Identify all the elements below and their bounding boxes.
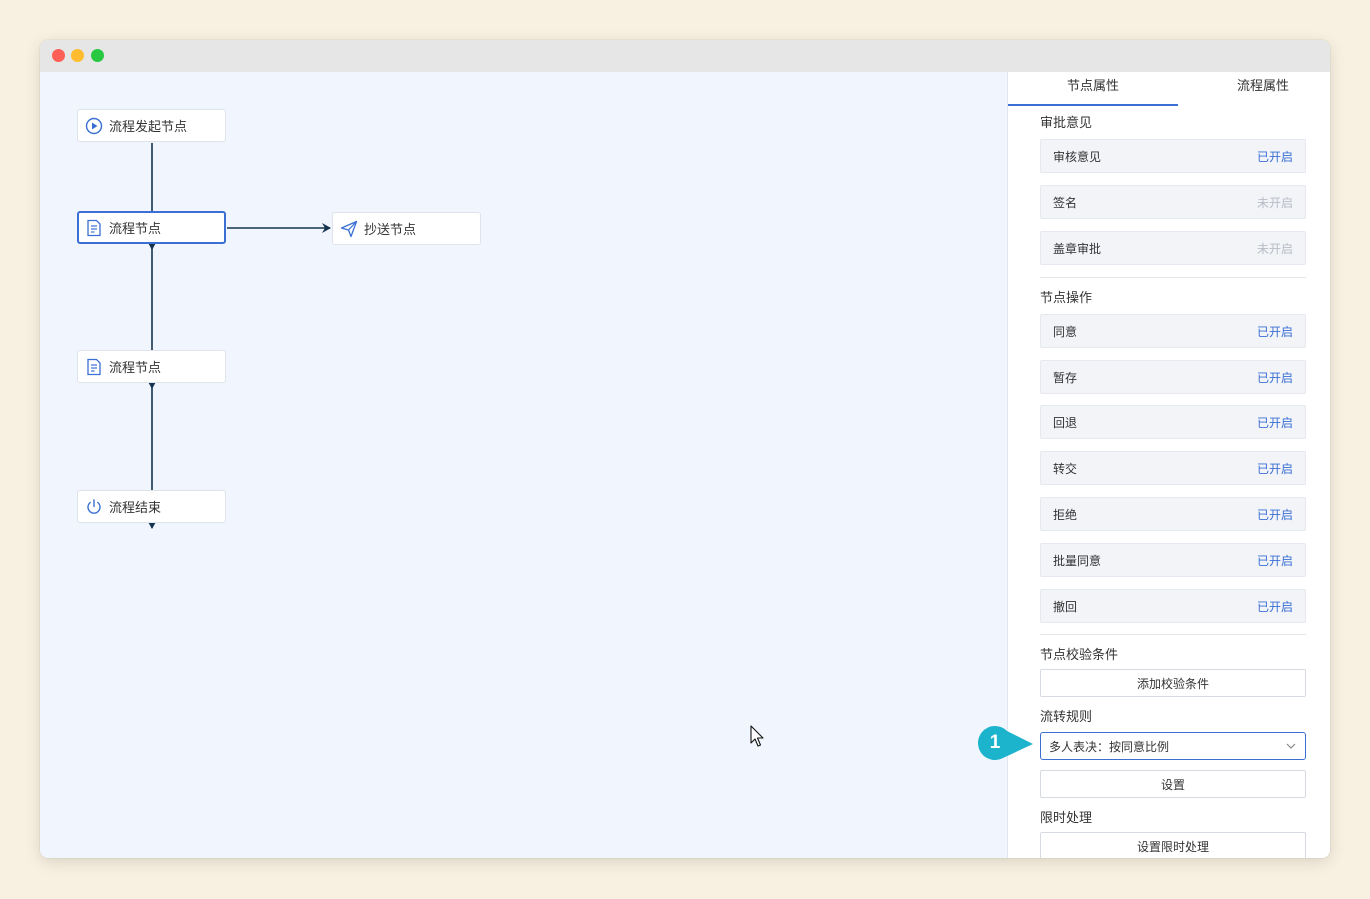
row-label: 批量同意	[1053, 553, 1102, 568]
node-process-2[interactable]: 流程节点	[77, 350, 226, 383]
mouse-cursor-icon	[750, 725, 764, 747]
node-label: 流程结束	[109, 501, 162, 516]
status-badge: 已开启	[1256, 415, 1293, 430]
maximize-window-button[interactable]	[91, 49, 104, 62]
node-cc[interactable]: 抄送节点	[332, 212, 481, 245]
step-callout-marker: 1	[978, 726, 1033, 760]
add-validation-button[interactable]: 添加校验条件	[1040, 669, 1306, 697]
app-window: 流程发起节点 流程节点 抄送节点 流程节点 流程结束 节点属性 流程属性 审批意…	[40, 40, 1330, 858]
row-label: 审核意见	[1053, 149, 1102, 164]
panel-tabs: 节点属性 流程属性	[1008, 72, 1330, 106]
tab-node-properties[interactable]: 节点属性	[1008, 72, 1178, 106]
toggle-row-signature[interactable]: 签名 未开启	[1040, 185, 1306, 219]
toggle-row-seal-approval[interactable]: 盖章审批 未开启	[1040, 231, 1306, 265]
node-label: 流程节点	[109, 222, 162, 237]
properties-panel: 节点属性 流程属性 审批意见 审核意见 已开启 签名 未开启 盖章审批 未开启 …	[1008, 72, 1330, 858]
selected-value: 多人表决：按同意比例	[1049, 739, 1170, 754]
toggle-row-review-opinion[interactable]: 审核意见 已开启	[1040, 139, 1306, 173]
callout-number: 1	[990, 732, 1001, 753]
toggle-row-save-draft[interactable]: 暂存 已开启	[1040, 360, 1306, 394]
status-badge: 已开启	[1256, 599, 1293, 614]
title-bar	[40, 40, 1330, 72]
close-window-button[interactable]	[52, 49, 65, 62]
power-icon	[85, 498, 103, 516]
time-limit-button[interactable]: 设置限时处理	[1040, 832, 1306, 858]
status-badge: 已开启	[1256, 149, 1293, 164]
divider	[1040, 634, 1306, 635]
toggle-row-reject[interactable]: 拒绝 已开启	[1040, 497, 1306, 531]
status-badge: 已开启	[1256, 324, 1293, 339]
status-badge: 已开启	[1256, 553, 1293, 568]
toggle-row-transfer[interactable]: 转交 已开启	[1040, 451, 1306, 485]
send-icon	[340, 220, 358, 238]
flow-edges	[147, 143, 331, 529]
flow-rule-select[interactable]: 多人表决：按同意比例	[1040, 732, 1306, 760]
form-icon	[85, 358, 103, 376]
row-label: 撤回	[1053, 599, 1078, 614]
toggle-row-rollback[interactable]: 回退 已开启	[1040, 405, 1306, 439]
status-badge: 已开启	[1256, 461, 1293, 476]
status-badge: 已开启	[1256, 370, 1293, 385]
toggle-row-batch-agree[interactable]: 批量同意 已开启	[1040, 543, 1306, 577]
form-icon	[85, 219, 103, 237]
node-label: 抄送节点	[364, 223, 417, 238]
section-title-approval-opinion: 审批意见	[1040, 116, 1093, 131]
section-title-node-operations: 节点操作	[1040, 291, 1093, 306]
play-circle-icon	[85, 117, 103, 135]
section-title-flow-rule: 流转规则	[1040, 710, 1093, 725]
row-label: 暂存	[1053, 370, 1078, 385]
toggle-row-agree[interactable]: 同意 已开启	[1040, 314, 1306, 348]
toggle-row-withdraw[interactable]: 撤回 已开启	[1040, 589, 1306, 623]
section-title-validation: 节点校验条件	[1040, 648, 1119, 663]
node-label: 流程节点	[109, 361, 162, 376]
row-label: 回退	[1053, 415, 1078, 430]
divider	[1040, 277, 1306, 278]
flow-rule-settings-button[interactable]: 设置	[1040, 770, 1306, 798]
node-end[interactable]: 流程结束	[77, 490, 226, 523]
row-label: 同意	[1053, 324, 1078, 339]
minimize-window-button[interactable]	[71, 49, 84, 62]
section-title-time-limit: 限时处理	[1040, 811, 1093, 826]
status-badge: 已开启	[1256, 507, 1293, 522]
status-badge: 未开启	[1256, 241, 1293, 256]
status-badge: 未开启	[1256, 195, 1293, 210]
node-start[interactable]: 流程发起节点	[77, 109, 226, 142]
chevron-down-icon	[1286, 743, 1296, 749]
row-label: 签名	[1053, 195, 1078, 210]
row-label: 拒绝	[1053, 507, 1078, 522]
flow-canvas[interactable]: 流程发起节点 流程节点 抄送节点 流程节点 流程结束	[40, 72, 1008, 858]
row-label: 盖章审批	[1053, 241, 1102, 256]
node-process-1[interactable]: 流程节点	[77, 211, 226, 244]
tab-flow-properties[interactable]: 流程属性	[1178, 72, 1330, 106]
row-label: 转交	[1053, 461, 1078, 476]
node-label: 流程发起节点	[109, 120, 188, 135]
